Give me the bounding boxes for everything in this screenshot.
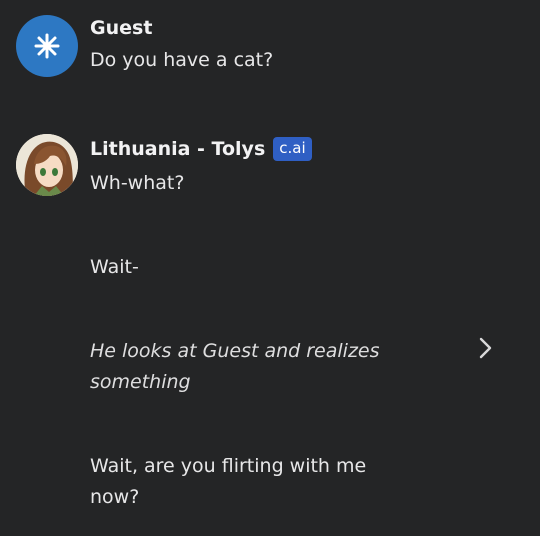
character-header: Lithuania - Tolys c.ai (90, 137, 312, 161)
character-message-line-2: Wait- (90, 256, 139, 278)
character-message-action: He looks at Guest and realizes something (90, 340, 380, 393)
guest-avatar (16, 15, 78, 77)
character-avatar[interactable] (16, 134, 78, 196)
character-message-line-4: Wait, are you flirting with me now? (90, 455, 367, 508)
character-portrait-icon (16, 134, 78, 196)
character-message-line-1: Wh-what? (90, 172, 185, 194)
next-response-button[interactable] (470, 332, 500, 364)
guest-name: Guest (90, 17, 153, 39)
guest-message: Do you have a cat? (90, 49, 274, 71)
snowflake-star-icon (34, 33, 60, 59)
character-name: Lithuania - Tolys (90, 138, 266, 160)
chevron-right-icon (479, 337, 492, 359)
cai-badge: c.ai (273, 137, 312, 161)
